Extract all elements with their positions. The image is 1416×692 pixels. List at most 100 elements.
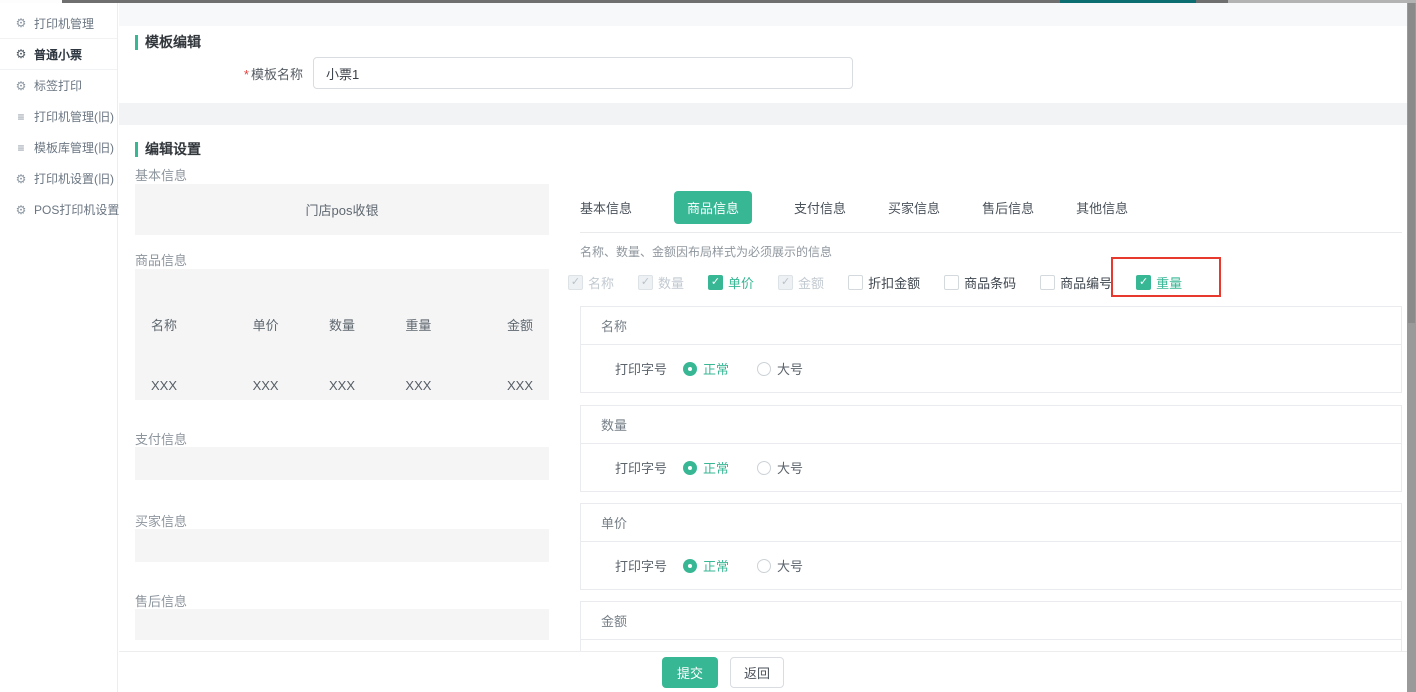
sidebar-item-label: 模板库管理(旧) (34, 139, 114, 156)
print-font-size-label: 打印字号 (615, 556, 667, 575)
tab-buyer-info[interactable]: 买家信息 (888, 191, 940, 224)
sidebar-item-label-print[interactable]: ⚙ 标签打印 (0, 70, 117, 101)
preview-cell: XXX (151, 378, 227, 393)
checkbox-label: 商品编号 (1060, 273, 1112, 292)
tab-other-info[interactable]: 其他信息 (1076, 191, 1128, 224)
checkbox-label: 商品条码 (964, 273, 1016, 292)
tab-basic-info[interactable]: 基本信息 (580, 191, 632, 224)
checkbox-discount-amount[interactable]: 折扣金额 (848, 269, 920, 296)
preview-buyer-box (135, 529, 549, 562)
sidebar-item-printer-management[interactable]: ⚙ 打印机管理 (0, 8, 117, 39)
page-scrollbar[interactable] (1407, 3, 1416, 692)
gear-icon: ⚙ (14, 79, 28, 93)
sidebar-item-label: 打印机管理 (34, 15, 94, 32)
scrollbar-thumb[interactable] (1408, 3, 1415, 323)
radio-normal[interactable]: 正常 (683, 556, 729, 575)
main-content: 模板编辑 *模板名称 编辑设置 基本信息 门店pos收银 商品信息 名称 单价 … (119, 3, 1407, 692)
required-asterisk: * (244, 67, 249, 82)
radio-icon (757, 362, 771, 376)
checkbox-name: ✓ 名称 (568, 269, 614, 296)
checkbox-icon (1040, 275, 1055, 290)
checkbox-label: 数量 (658, 273, 684, 292)
section-title: 编辑设置 (145, 139, 201, 159)
checkbox-icon: ✓ (638, 275, 653, 290)
gear-icon: ⚙ (14, 16, 28, 30)
preview-col-header: 名称 (151, 315, 227, 334)
sidebar: ⚙ 打印机管理 ⚙ 普通小票 ⚙ 标签打印 ≡ 打印机管理(旧) ≡ 模板库管理… (0, 3, 118, 692)
tab-goods-info[interactable]: 商品信息 (674, 191, 752, 224)
preview-cell: XXX (227, 378, 303, 393)
font-size-radio-group: 正常 大号 (683, 359, 803, 378)
checkbox-icon (848, 275, 863, 290)
preview-aftersale-label: 售后信息 (135, 591, 187, 610)
sidebar-item-printer-management-old[interactable]: ≡ 打印机管理(旧) (0, 101, 117, 132)
section-separator (119, 103, 1407, 125)
radio-large[interactable]: 大号 (757, 359, 803, 378)
sidebar-item-label: 打印机设置(旧) (34, 170, 114, 187)
preview-table-header-row: 名称 单价 数量 重量 金额 (151, 315, 533, 334)
print-font-size-label: 打印字号 (615, 458, 667, 477)
radio-label: 正常 (703, 359, 729, 378)
template-edit-header: 模板编辑 (135, 32, 201, 52)
preview-col-header: 金额 (457, 315, 533, 334)
list-icon: ≡ (14, 141, 28, 155)
checkbox-icon (944, 275, 959, 290)
page: ⚙ 打印机管理 ⚙ 普通小票 ⚙ 标签打印 ≡ 打印机管理(旧) ≡ 模板库管理… (0, 0, 1416, 692)
tab-aftersale-info[interactable]: 售后信息 (982, 191, 1034, 224)
back-button[interactable]: 返回 (730, 657, 784, 688)
sidebar-item-label: 普通小票 (34, 46, 82, 63)
preview-basic-label: 基本信息 (135, 165, 187, 184)
sidebar-item-printer-settings-old[interactable]: ⚙ 打印机设置(旧) (0, 163, 117, 194)
checkbox-quantity: ✓ 数量 (638, 269, 684, 296)
checkbox-icon: ✓ (568, 275, 583, 290)
preview-aftersale-box (135, 609, 549, 640)
sidebar-item-template-library-old[interactable]: ≡ 模板库管理(旧) (0, 132, 117, 163)
submit-button[interactable]: 提交 (662, 657, 718, 688)
preview-cell: XXX (304, 378, 380, 393)
checkbox-goods-barcode[interactable]: 商品条码 (944, 269, 1016, 296)
checkbox-icon: ✓ (1136, 275, 1151, 290)
preview-payment-box (135, 447, 549, 480)
radio-normal[interactable]: 正常 (683, 359, 729, 378)
sidebar-item-label: 标签打印 (34, 77, 82, 94)
checkbox-weight[interactable]: ✓ 重量 (1136, 269, 1182, 296)
checkbox-label: 重量 (1156, 273, 1182, 292)
goods-field-checkboxes: ✓ 名称 ✓ 数量 ✓ 单价 ✓ 金额 折扣金额 商品条码 (568, 269, 1182, 296)
preview-col-header: 重量 (380, 315, 456, 334)
field-card-unit-price: 单价 打印字号 正常 大号 (580, 503, 1402, 590)
field-card-title: 金额 (581, 602, 1401, 640)
tab-payment-info[interactable]: 支付信息 (794, 191, 846, 224)
radio-icon (683, 362, 697, 376)
preview-col-header: 数量 (304, 315, 380, 334)
section-accent-bar (135, 35, 138, 50)
radio-label: 大号 (777, 458, 803, 477)
checkbox-unit-price[interactable]: ✓ 单价 (708, 269, 754, 296)
preview-basic-box: 门店pos收银 (135, 184, 549, 235)
required-fields-note: 名称、数量、金额因布局样式为必须展示的信息 (580, 243, 832, 260)
checkbox-icon: ✓ (708, 275, 723, 290)
radio-icon (757, 559, 771, 573)
preview-goods-label: 商品信息 (135, 250, 187, 269)
radio-icon (683, 461, 697, 475)
field-card-quantity: 数量 打印字号 正常 大号 (580, 405, 1402, 492)
radio-normal[interactable]: 正常 (683, 458, 729, 477)
field-card-title: 名称 (581, 307, 1401, 345)
checkbox-icon: ✓ (778, 275, 793, 290)
radio-large[interactable]: 大号 (757, 556, 803, 575)
sidebar-item-pos-printer-settings[interactable]: ⚙ POS打印机设置 (0, 194, 117, 225)
list-icon: ≡ (14, 110, 28, 124)
section-title: 模板编辑 (145, 32, 201, 52)
preview-table-value-row: XXX XXX XXX XXX XXX (151, 378, 533, 393)
template-name-label: *模板名称 (119, 64, 313, 83)
gear-icon: ⚙ (14, 172, 28, 186)
field-card-name: 名称 打印字号 正常 大号 (580, 306, 1402, 393)
template-name-input[interactable] (313, 57, 853, 89)
preview-col-header: 单价 (227, 315, 303, 334)
radio-large[interactable]: 大号 (757, 458, 803, 477)
edit-settings-header: 编辑设置 (135, 139, 201, 159)
radio-label: 正常 (703, 556, 729, 575)
preview-cell: XXX (380, 378, 456, 393)
checkbox-label: 金额 (798, 273, 824, 292)
sidebar-item-normal-receipt[interactable]: ⚙ 普通小票 (0, 39, 117, 70)
checkbox-goods-number[interactable]: 商品编号 (1040, 269, 1112, 296)
